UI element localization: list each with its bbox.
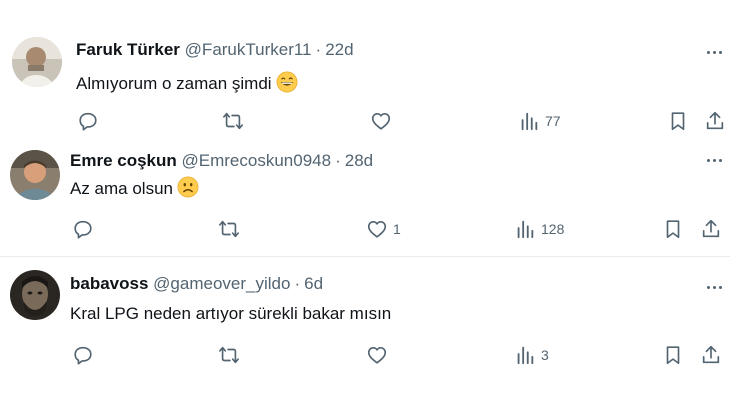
like-button[interactable]: 1 (366, 217, 401, 241)
tweet-item[interactable]: Emre coşkun @Emrecoskun0948 · 28d Az ama o… (0, 150, 730, 255)
reply-icon (79, 112, 97, 131)
bookmark-icon (666, 346, 680, 365)
more-icon (706, 50, 722, 54)
retweet-button[interactable] (222, 109, 249, 133)
more-icon (706, 158, 722, 162)
views-chart-icon (521, 112, 538, 131)
bookmark-button[interactable] (662, 343, 684, 367)
avatar[interactable] (10, 270, 60, 320)
retweet-icon (219, 346, 239, 364)
heart-icon (367, 221, 387, 238)
author-handle[interactable]: @gameover_yildo (153, 274, 290, 293)
reply-button[interactable] (72, 217, 99, 241)
avatar[interactable] (12, 37, 62, 87)
reply-icon (74, 220, 92, 239)
tweet-text: Az ama olsun (70, 176, 199, 201)
share-button[interactable] (704, 109, 726, 133)
retweet-button[interactable] (218, 343, 245, 367)
like-count: 1 (393, 221, 401, 237)
views-count: 77 (545, 113, 561, 129)
heart-icon (367, 347, 387, 364)
tweet-item[interactable]: Faruk Türker @FarukTurker11 · 22d Almıyoru… (0, 25, 730, 150)
share-button[interactable] (700, 343, 722, 367)
tweet-header: Faruk Türker @FarukTurker11 · 22d (76, 39, 354, 61)
bookmark-button[interactable] (667, 109, 689, 133)
reply-feed: Faruk Türker @FarukTurker11 · 22d Almıyoru… (0, 0, 730, 420)
author-name[interactable]: babavoss (70, 274, 148, 293)
grinning-face-icon (276, 71, 298, 93)
timestamp[interactable]: 22d (325, 40, 353, 59)
retweet-icon (223, 112, 243, 130)
views-chart-icon (517, 346, 534, 365)
share-icon (702, 219, 720, 238)
tweet-header: Emre coşkun @Emrecoskun0948 · 28d (70, 150, 373, 172)
tweet-actions: 77 (0, 109, 730, 133)
tweet-actions: 3 (0, 343, 730, 367)
views-button[interactable]: 128 (514, 217, 564, 241)
author-name[interactable]: Emre coşkun (70, 151, 177, 170)
heart-icon (371, 113, 391, 130)
timestamp[interactable]: 28d (345, 151, 373, 170)
slightly-frowning-face-icon (177, 176, 199, 198)
more-options-button[interactable] (704, 277, 724, 297)
tweet-text-content: Az ama olsun (70, 179, 173, 198)
reply-icon (74, 346, 92, 365)
tweet-text: Almıyorum o zaman şimdi (76, 71, 298, 96)
author-handle[interactable]: @FarukTurker11 (185, 40, 312, 59)
reply-button[interactable] (72, 343, 99, 367)
views-chart-icon (517, 220, 534, 239)
bookmark-button[interactable] (662, 217, 684, 241)
retweet-button[interactable] (218, 217, 245, 241)
separator: · (315, 40, 322, 59)
bookmark-icon (666, 220, 680, 239)
views-button[interactable]: 77 (518, 109, 561, 133)
tweet-header: babavoss @gameover_yildo · 6d (70, 273, 323, 295)
views-count: 128 (541, 221, 565, 237)
author-handle[interactable]: @Emrecoskun0948 (182, 151, 332, 170)
tweet-actions: 1 128 (0, 217, 730, 241)
views-button[interactable]: 3 (514, 343, 549, 367)
author-name[interactable]: Faruk Türker (76, 40, 180, 59)
tweet-text-content: Almıyorum o zaman şimdi (76, 74, 272, 93)
separator: · (335, 151, 341, 170)
tweet-text: Kral LPG neden artıyor sürekli bakar mıs… (70, 302, 391, 326)
tweet-item[interactable]: babavoss @gameover_yildo · 6d Kral LPG ned… (0, 257, 730, 420)
like-button[interactable] (366, 343, 393, 367)
share-icon (702, 345, 720, 364)
views-count: 3 (541, 347, 549, 363)
separator: · (294, 274, 301, 293)
bookmark-icon (671, 112, 685, 131)
more-options-button[interactable] (704, 42, 724, 62)
retweet-icon (219, 220, 239, 238)
avatar[interactable] (10, 150, 60, 200)
tweet-text-content: Kral LPG neden artıyor sürekli bakar mıs… (70, 304, 392, 323)
like-button[interactable] (370, 109, 397, 133)
timestamp[interactable]: 6d (304, 274, 323, 293)
share-icon (706, 111, 724, 130)
more-icon (706, 285, 722, 289)
reply-button[interactable] (77, 109, 104, 133)
more-options-button[interactable] (704, 150, 724, 170)
share-button[interactable] (700, 217, 722, 241)
